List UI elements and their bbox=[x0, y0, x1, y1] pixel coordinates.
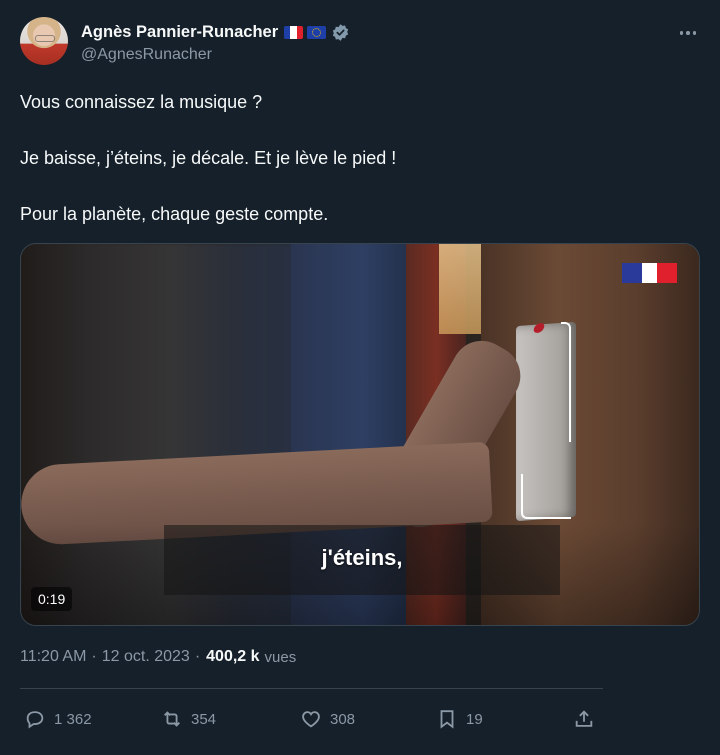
share-icon bbox=[575, 710, 593, 727]
action-bar: 1 362 354 308 19 bbox=[20, 700, 605, 738]
france-flag-icon bbox=[284, 25, 304, 39]
tweet-line: Pour la planète, chaque geste compte. bbox=[20, 204, 329, 224]
tweet-text: Vous connaissez la musique ? Je baisse, … bbox=[20, 90, 700, 258]
name-row: Agnès Pannier-Runacher bbox=[81, 21, 350, 43]
avatar[interactable] bbox=[20, 17, 68, 65]
meta-separator: · bbox=[194, 648, 201, 665]
repost-icon bbox=[164, 711, 180, 727]
views-label: vues bbox=[264, 648, 297, 666]
bookmark-button[interactable]: 19 bbox=[436, 700, 483, 738]
repost-button[interactable]: 354 bbox=[161, 700, 216, 738]
verified-badge-icon bbox=[332, 23, 349, 41]
more-options-icon[interactable] bbox=[676, 23, 700, 43]
tweet-date[interactable]: 12 oct. 2023 bbox=[102, 648, 190, 666]
reply-count: 1 362 bbox=[54, 710, 92, 728]
divider bbox=[20, 688, 603, 689]
tweet-line: Vous connaissez la musique ? bbox=[20, 92, 263, 112]
video-player[interactable]: j'éteins, 0:19 bbox=[20, 243, 700, 626]
bookmark-count: 19 bbox=[466, 710, 483, 728]
tweet-time[interactable]: 11:20 AM bbox=[20, 648, 86, 666]
tweet-meta: 11:20 AM · 12 oct. 2023 · 400,2 k vues bbox=[20, 648, 296, 666]
share-button[interactable] bbox=[573, 700, 603, 738]
author-display-name[interactable]: Agnès Pannier-Runacher bbox=[81, 23, 278, 42]
tweet-header: Agnès Pannier-Runacher @AgnesRunacher bbox=[20, 17, 700, 69]
views-count[interactable]: 400,2 k bbox=[206, 648, 259, 666]
tweet-line: Je baisse, j’éteins, je décale. Et je lè… bbox=[20, 148, 397, 168]
video-duration: 0:19 bbox=[31, 587, 73, 611]
author-handle[interactable]: @AgnesRunacher bbox=[81, 46, 350, 64]
meta-separator: · bbox=[91, 648, 97, 665]
like-button[interactable]: 308 bbox=[300, 700, 355, 738]
heart-icon bbox=[302, 711, 320, 728]
video-subtitle: j'éteins, bbox=[321, 545, 403, 570]
repost-count: 354 bbox=[191, 710, 217, 728]
eu-flag-icon bbox=[307, 25, 327, 39]
reply-icon bbox=[26, 711, 44, 729]
reply-button[interactable]: 1 362 bbox=[24, 700, 92, 738]
like-count: 308 bbox=[330, 710, 356, 728]
author-info: Agnès Pannier-Runacher @AgnesRunacher bbox=[81, 21, 350, 69]
bookmark-icon bbox=[440, 710, 454, 729]
republique-francaise-logo bbox=[622, 263, 677, 283]
